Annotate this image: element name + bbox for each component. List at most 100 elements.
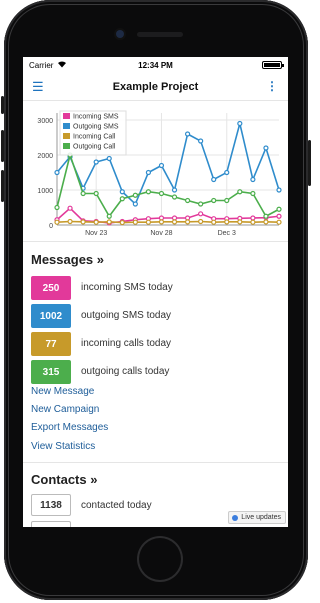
data-point xyxy=(211,197,217,204)
data-point xyxy=(224,219,230,225)
phone-frame: Carrier 12:34 PM ☰ Example Project ⋮ 0 10… xyxy=(0,0,312,603)
data-point xyxy=(198,201,204,207)
y-tick-label: 1000 xyxy=(37,188,53,195)
power-button xyxy=(308,140,311,186)
data-point xyxy=(198,211,204,217)
messages-title[interactable]: Messages » xyxy=(31,252,104,267)
data-point xyxy=(198,218,204,225)
data-point xyxy=(67,205,73,211)
new-message-link[interactable]: New Message xyxy=(31,386,94,397)
legend-label: Incoming Call xyxy=(73,134,116,141)
data-point xyxy=(158,162,165,169)
battery-icon xyxy=(262,61,284,69)
data-point xyxy=(119,219,125,226)
legend-label: Incoming SMS xyxy=(73,114,119,121)
legend-swatch xyxy=(63,123,70,129)
silent-switch xyxy=(1,96,4,114)
home-button[interactable] xyxy=(139,538,181,580)
contacted-label: contacted today xyxy=(81,500,152,511)
data-point xyxy=(263,213,269,219)
data-point xyxy=(158,190,165,197)
data-point xyxy=(250,190,256,197)
status-bar: Carrier 12:34 PM xyxy=(23,57,288,74)
data-point xyxy=(263,219,269,225)
vertical-dots-icon[interactable]: ⋮ xyxy=(266,79,278,93)
data-point xyxy=(171,194,178,200)
legend-label: Outgoing Call xyxy=(73,144,116,151)
y-tick-label: 2000 xyxy=(37,153,53,160)
data-point xyxy=(171,187,178,193)
data-point xyxy=(106,219,112,225)
contact-badge-partial xyxy=(31,521,71,527)
legend-swatch xyxy=(63,133,70,139)
data-point xyxy=(132,192,138,198)
data-point xyxy=(184,219,191,225)
stat-label: incoming SMS today xyxy=(81,282,173,293)
export-messages-link[interactable]: Export Messages xyxy=(31,422,108,433)
clock: 12:34 PM xyxy=(138,61,173,70)
live-updates-toggle[interactable]: Live updates xyxy=(228,511,286,524)
data-point xyxy=(132,201,138,207)
series-line-incoming-sms xyxy=(56,207,280,224)
view-statistics-link[interactable]: View Statistics xyxy=(31,441,95,452)
data-point xyxy=(132,219,138,225)
legend-swatch xyxy=(63,143,70,149)
series-line-incoming-call xyxy=(56,220,280,224)
data-point xyxy=(237,189,243,195)
x-tick-label: Nov 28 xyxy=(150,230,172,237)
series-line-outgoing-call xyxy=(56,152,280,218)
data-point xyxy=(145,189,152,195)
section-divider xyxy=(23,462,288,463)
live-indicator-icon xyxy=(232,515,239,521)
data-point xyxy=(250,176,256,183)
data-point xyxy=(276,187,282,193)
data-point xyxy=(158,219,165,225)
data-point xyxy=(276,206,282,212)
activity-chart: 0 1000 2000 3000 Nov 23 Nov 28 Dec 3 Incoming S… xyxy=(23,101,288,242)
front-camera xyxy=(116,30,124,38)
data-point xyxy=(93,219,99,225)
y-tick-label: 3000 xyxy=(37,118,53,125)
data-point xyxy=(276,219,282,225)
data-point xyxy=(119,189,125,195)
data-point xyxy=(93,190,99,197)
stat-label: outgoing SMS today xyxy=(81,310,172,321)
legend-label: Outgoing SMS xyxy=(73,124,119,131)
x-tick-label: Nov 23 xyxy=(85,230,107,237)
data-point xyxy=(145,169,152,176)
stat-badge: 1002 xyxy=(31,304,71,328)
data-point xyxy=(224,169,230,176)
page-title: Example Project xyxy=(112,81,199,93)
new-campaign-link[interactable]: New Campaign xyxy=(31,404,99,415)
data-point xyxy=(211,219,217,225)
stat-badge: 315 xyxy=(31,360,71,384)
stat-label: outgoing calls today xyxy=(81,366,170,377)
contacts-title[interactable]: Contacts » xyxy=(31,472,97,487)
live-updates-label: Live updates xyxy=(241,514,281,521)
data-point xyxy=(67,218,73,225)
data-point xyxy=(145,219,152,225)
data-point xyxy=(198,138,204,144)
data-point xyxy=(276,213,282,219)
legend-swatch xyxy=(63,113,70,119)
data-point xyxy=(119,196,125,202)
data-point xyxy=(80,219,86,225)
data-point xyxy=(250,215,256,221)
data-point xyxy=(93,159,99,165)
data-point xyxy=(184,131,191,137)
data-point xyxy=(184,197,191,204)
data-point xyxy=(54,204,60,211)
volume-up-button xyxy=(1,130,4,162)
volume-down-button xyxy=(1,170,4,202)
data-point xyxy=(80,190,86,197)
y-tick-label: 0 xyxy=(49,223,53,230)
data-point xyxy=(106,155,112,162)
data-point xyxy=(237,120,243,127)
earpiece-speaker xyxy=(137,32,183,37)
data-point xyxy=(106,213,112,219)
data-point xyxy=(54,219,60,225)
data-point xyxy=(263,145,269,151)
app-header: ☰ Example Project ⋮ xyxy=(23,74,288,101)
stat-badge: 77 xyxy=(31,332,71,356)
stat-badge: 250 xyxy=(31,276,71,300)
